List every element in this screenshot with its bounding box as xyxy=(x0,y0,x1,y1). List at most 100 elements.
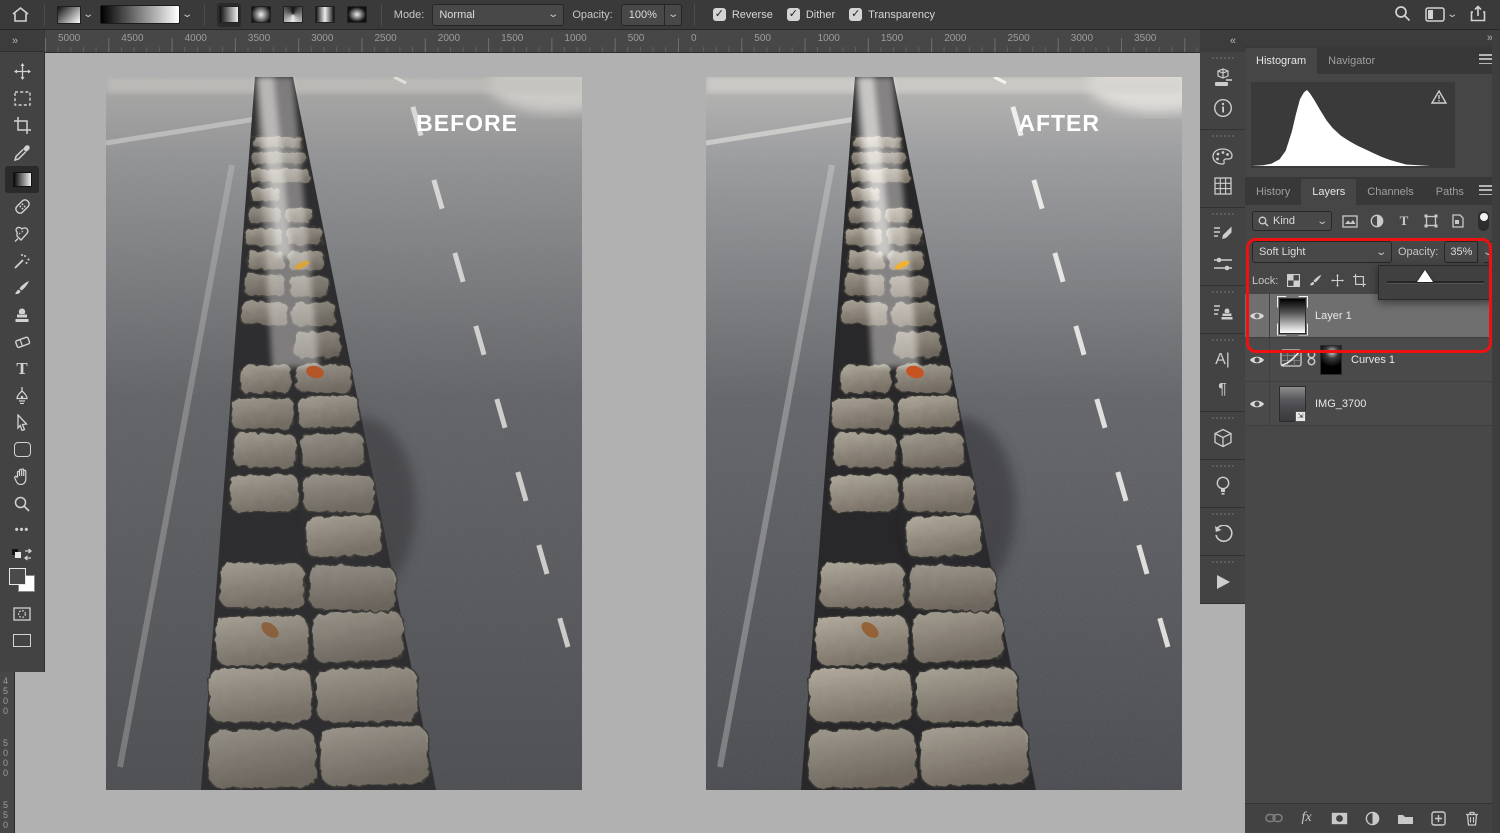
materials-icon[interactable] xyxy=(1204,63,1242,93)
filter-pixel-layers-icon[interactable] xyxy=(1341,212,1359,230)
search-icon[interactable] xyxy=(1394,5,1411,25)
layer-filtering-toggle[interactable] xyxy=(1478,211,1489,231)
mode-select[interactable]: Normal ⌄ xyxy=(432,4,564,26)
blend-mode-select[interactable]: Soft Light ⌄ xyxy=(1252,241,1392,263)
layer-thumbnail[interactable] xyxy=(1279,298,1306,334)
eraser-tool[interactable] xyxy=(5,328,39,355)
gradient-editor-bar[interactable]: ⌄ xyxy=(100,3,191,27)
3d-panel-icon[interactable] xyxy=(1204,423,1242,453)
learn-panel-icon[interactable] xyxy=(1204,471,1242,501)
shape-tool[interactable] xyxy=(5,436,39,463)
document-canvas[interactable]: BEFORE AFTER xyxy=(45,52,1245,833)
healing-brush-tool[interactable] xyxy=(5,193,39,220)
lock-artboard-icon[interactable] xyxy=(1353,274,1366,287)
after-image[interactable]: AFTER xyxy=(706,77,1182,790)
filter-smart-objects-icon[interactable] xyxy=(1449,212,1467,230)
radial-gradient-button[interactable] xyxy=(249,3,273,27)
kind-filter-select[interactable]: Kind ⌄ xyxy=(1252,211,1332,231)
paragraph-panel-icon[interactable]: ¶ xyxy=(1204,375,1242,405)
brush-settings-icon[interactable] xyxy=(1204,219,1242,249)
gradient-tool[interactable] xyxy=(5,166,39,193)
layer-row-curves1[interactable]: Curves 1 xyxy=(1245,338,1500,382)
clone-source-icon[interactable] xyxy=(1204,297,1242,327)
drag-grip[interactable] xyxy=(1212,339,1234,341)
tab-layers[interactable]: Layers xyxy=(1301,179,1356,205)
screen-mode-button[interactable] xyxy=(5,627,39,654)
color-icon[interactable] xyxy=(1204,141,1242,171)
angle-gradient-button[interactable] xyxy=(281,3,305,27)
foreground-color-swatch[interactable] xyxy=(9,568,26,585)
reflected-gradient-button[interactable] xyxy=(313,3,337,27)
edit-toolbar-icon[interactable]: ••• xyxy=(5,517,39,544)
opacity-control[interactable]: 100% ⌄ xyxy=(621,4,682,26)
swatches-icon[interactable] xyxy=(1204,171,1242,201)
dock-collapse-icon[interactable]: » xyxy=(1245,30,1500,46)
visibility-toggle[interactable] xyxy=(1245,382,1270,425)
filter-shape-layers-icon[interactable] xyxy=(1422,212,1440,230)
direct-selection-tool[interactable] xyxy=(5,409,39,436)
drag-grip[interactable] xyxy=(1212,291,1234,293)
patch-tool[interactable] xyxy=(5,220,39,247)
layer-row-layer1[interactable]: Layer 1 xyxy=(1245,294,1500,338)
opacity-slider-thumb[interactable] xyxy=(1417,270,1433,282)
diamond-gradient-button[interactable] xyxy=(345,3,369,27)
quick-mask-button[interactable] xyxy=(5,600,39,627)
drag-grip[interactable] xyxy=(1212,135,1234,137)
curves-adjustment-icon[interactable] xyxy=(1280,349,1302,370)
panel-menu-icon[interactable] xyxy=(1479,54,1493,64)
brushes-icon[interactable] xyxy=(1204,249,1242,279)
mask-link-icon[interactable] xyxy=(1307,350,1316,369)
drag-grip[interactable] xyxy=(1212,465,1234,467)
add-layer-mask-icon[interactable] xyxy=(1330,808,1350,828)
filter-adjustment-layers-icon[interactable] xyxy=(1368,212,1386,230)
linear-gradient-button[interactable] xyxy=(217,3,241,27)
move-tool[interactable] xyxy=(5,58,39,85)
toolbar-expand-icon[interactable]: » xyxy=(0,30,45,52)
layer-name[interactable]: Layer 1 xyxy=(1315,310,1352,322)
warning-icon[interactable] xyxy=(1431,90,1447,104)
before-image[interactable]: BEFORE xyxy=(106,77,582,790)
lock-transparency-icon[interactable] xyxy=(1287,274,1300,287)
tab-navigator[interactable]: Navigator xyxy=(1317,48,1386,74)
eyedropper-tool[interactable] xyxy=(5,139,39,166)
layer-mask-thumbnail[interactable] xyxy=(1320,345,1342,375)
info-icon[interactable] xyxy=(1204,93,1242,123)
new-layer-icon[interactable] xyxy=(1429,808,1449,828)
crop-tool[interactable] xyxy=(5,112,39,139)
transparency-checkbox[interactable]: ✓ Transparency xyxy=(849,8,935,21)
share-icon[interactable] xyxy=(1470,5,1486,25)
magic-wand-tool[interactable] xyxy=(5,247,39,274)
dock-collapse-icon[interactable]: « xyxy=(1200,30,1245,52)
drag-grip[interactable] xyxy=(1212,561,1234,563)
tab-channels[interactable]: Channels xyxy=(1356,179,1424,205)
pen-tool[interactable] xyxy=(5,382,39,409)
drag-grip[interactable] xyxy=(1212,213,1234,215)
drag-grip[interactable] xyxy=(1212,57,1234,59)
history-panel-icon[interactable] xyxy=(1204,519,1242,549)
gradient-preset-picker[interactable]: ⌄ xyxy=(57,3,92,27)
swap-colors-icon[interactable] xyxy=(5,544,39,566)
layer-name[interactable]: Curves 1 xyxy=(1351,354,1395,366)
workspace-switcher[interactable]: ⌄ xyxy=(1425,7,1456,22)
tab-history[interactable]: History xyxy=(1245,179,1301,205)
home-icon[interactable] xyxy=(8,3,32,27)
layer-style-icon[interactable]: fx xyxy=(1297,808,1317,828)
visibility-toggle[interactable] xyxy=(1245,294,1270,337)
visibility-toggle[interactable] xyxy=(1245,338,1270,381)
lock-position-icon[interactable] xyxy=(1331,274,1344,287)
rectangular-marquee-tool[interactable] xyxy=(5,85,39,112)
tab-histogram[interactable]: Histogram xyxy=(1245,48,1317,74)
hand-tool[interactable] xyxy=(5,463,39,490)
tab-paths[interactable]: Paths xyxy=(1425,179,1475,205)
actions-panel-icon[interactable] xyxy=(1204,567,1242,597)
panel-menu-icon[interactable] xyxy=(1479,185,1493,195)
chevron-down-icon[interactable]: ⌄ xyxy=(665,4,682,26)
foreground-background-swatches[interactable] xyxy=(9,568,35,592)
layer-thumbnail[interactable]: ⇲ xyxy=(1279,386,1306,422)
dither-checkbox[interactable]: ✓ Dither xyxy=(787,8,835,21)
type-tool[interactable]: T xyxy=(5,355,39,382)
reverse-checkbox[interactable]: ✓ Reverse xyxy=(713,8,773,21)
brush-tool[interactable] xyxy=(5,274,39,301)
new-adjustment-layer-icon[interactable] xyxy=(1363,808,1383,828)
opacity-value[interactable]: 100% xyxy=(621,4,665,26)
